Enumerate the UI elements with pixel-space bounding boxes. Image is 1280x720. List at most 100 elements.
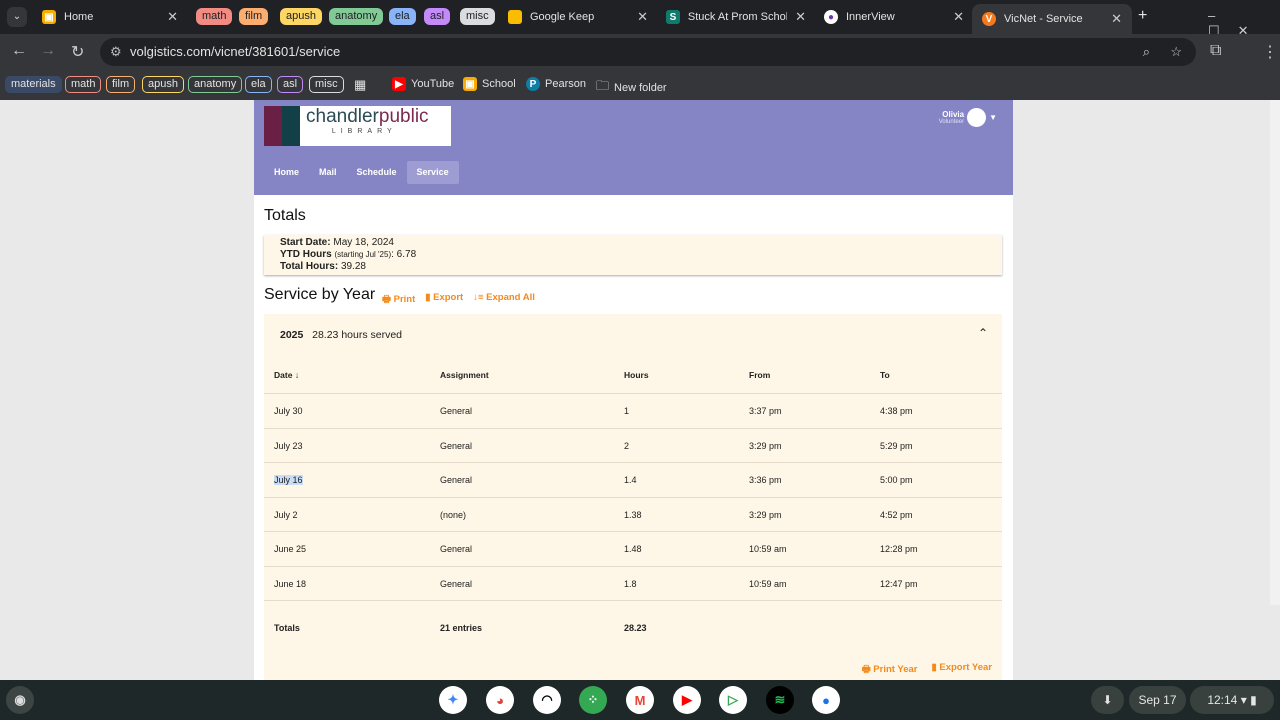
- totals-row-hours: 28.23: [624, 623, 647, 633]
- nav-home[interactable]: Home: [264, 161, 309, 184]
- bookmark-group-film[interactable]: film: [106, 76, 136, 93]
- launcher-icon[interactable]: ◉: [6, 686, 34, 714]
- cell-from: 3:36 pm: [749, 475, 782, 486]
- tab-search-button[interactable]: ⌄: [7, 7, 27, 27]
- tab-group-film[interactable]: film: [239, 8, 269, 25]
- cell-to: 4:38 pm: [880, 406, 913, 416]
- bookmark-group-anatomy[interactable]: anatomy: [188, 76, 243, 93]
- reload-icon[interactable]: ↻: [71, 42, 84, 62]
- col-hours[interactable]: Hours: [624, 370, 649, 380]
- forward-icon[interactable]: →: [40, 42, 56, 60]
- cell-assignment: (none): [440, 509, 467, 520]
- podcast-icon[interactable]: ◠: [533, 686, 561, 714]
- messages-icon[interactable]: ●: [812, 686, 840, 714]
- tab-google-keep[interactable]: Google Keep ✕: [498, 4, 658, 30]
- new-tab-button[interactable]: +: [1138, 7, 1147, 25]
- youtube-app-icon[interactable]: ▶: [673, 686, 701, 714]
- print-link[interactable]: 🖶 Print: [382, 292, 415, 308]
- bookmark-star-icon[interactable]: ☆: [1170, 38, 1182, 66]
- bookmark-group-ela[interactable]: ela: [245, 76, 272, 93]
- nav-service[interactable]: Service: [406, 161, 459, 184]
- bookmark-group-misc[interactable]: misc: [309, 76, 344, 93]
- address-bar[interactable]: ⚙ volgistics.com/vicnet/381601/service ⌕ ☆: [100, 38, 1196, 66]
- close-tab-icon[interactable]: ✕: [167, 9, 178, 25]
- menu-icon[interactable]: ⋮: [1262, 42, 1278, 62]
- export-link[interactable]: ▮ Export: [425, 292, 463, 308]
- cell-hours: 1: [624, 406, 630, 416]
- cell-from: 10:59 am: [749, 544, 787, 555]
- site-header: chandlerpublic LIBRARY Olivia Volunteer ▼ …: [254, 100, 1013, 195]
- bookmark-school[interactable]: ▣ School: [463, 77, 516, 91]
- status-tray[interactable]: 12:14 ▾ ▮: [1190, 686, 1274, 714]
- tab-group-misc[interactable]: misc: [460, 8, 495, 25]
- bookmark-group-asl[interactable]: asl: [277, 76, 304, 93]
- col-date[interactable]: Date ↓: [274, 370, 299, 380]
- col-to[interactable]: To: [880, 370, 890, 380]
- tab-label: InnerView: [846, 11, 895, 23]
- gmail-icon[interactable]: M: [626, 686, 654, 714]
- export-year-link[interactable]: ▮ Export Year: [931, 662, 992, 678]
- scrollbar[interactable]: [1270, 100, 1280, 605]
- cell-assignment: General: [440, 544, 473, 555]
- bookmark-group-materials[interactable]: materials: [5, 76, 62, 93]
- site-info-icon[interactable]: ⚙: [110, 38, 122, 66]
- tab-label: Google Keep: [530, 11, 595, 23]
- expand-all-label: Expand All: [486, 292, 535, 303]
- totals-row-label: Totals: [274, 623, 300, 633]
- close-tab-icon[interactable]: ✕: [795, 9, 806, 25]
- extensions-icon[interactable]: ⧉: [1210, 42, 1221, 60]
- tab-group-anatomy[interactable]: anatomy: [329, 8, 384, 25]
- tab-group-apush[interactable]: apush: [280, 8, 322, 25]
- bookmark-youtube[interactable]: ▶ YouTube: [392, 77, 454, 91]
- avatar-icon: [967, 108, 987, 127]
- totals-row: Totals 21 entries 28.23: [264, 600, 1002, 646]
- chrome-icon[interactable]: ◕: [486, 686, 514, 714]
- user-menu[interactable]: Olivia Volunteer ▼: [939, 108, 997, 127]
- download-icon[interactable]: ⬇: [1091, 686, 1124, 714]
- tab-home[interactable]: ▣ Home ✕: [32, 4, 188, 30]
- vicnet-icon: V: [982, 12, 996, 26]
- bookmarks-bar: materials math film apush anatomy ela as…: [0, 70, 1280, 100]
- print-year-link[interactable]: 🖶 Print Year: [862, 662, 918, 678]
- library-logo[interactable]: chandlerpublic LIBRARY: [264, 106, 451, 146]
- nav-mail[interactable]: Mail: [309, 161, 347, 184]
- tab-group-asl[interactable]: asl: [424, 8, 451, 25]
- bookmark-group-apush[interactable]: apush: [142, 76, 184, 93]
- gemini-icon[interactable]: ✦: [439, 686, 467, 714]
- apps-grid-icon[interactable]: ▦: [354, 77, 366, 93]
- year-panel-header[interactable]: 2025 28.23 hours served: [280, 329, 402, 341]
- folder-icon: 🗀: [596, 78, 610, 93]
- table-row: July 16 General 1.4 3:36 pm 5:00 pm: [264, 462, 1002, 497]
- bookmark-group-math[interactable]: math: [65, 76, 102, 93]
- close-tab-icon[interactable]: ✕: [1111, 11, 1122, 27]
- file-icon: ▮: [425, 292, 431, 303]
- expand-all-link[interactable]: ↓≡ Expand All: [473, 292, 535, 308]
- tab-vicnet-service[interactable]: V VicNet - Service ✕: [972, 4, 1132, 34]
- chevron-up-icon[interactable]: ⌃: [978, 326, 988, 340]
- back-icon[interactable]: ←: [11, 42, 27, 60]
- cell-to: 12:28 pm: [880, 544, 918, 555]
- play-store-icon[interactable]: ▷: [719, 686, 747, 714]
- bookmark-pearson[interactable]: P Pearson: [526, 77, 586, 91]
- sort-arrow-icon: ↓: [294, 370, 300, 380]
- zoom-icon[interactable]: ⌕: [1143, 38, 1150, 66]
- close-tab-icon[interactable]: ✕: [953, 9, 964, 25]
- ytd-value: : 6.78: [391, 249, 417, 260]
- spotify-icon[interactable]: ≋: [766, 686, 794, 714]
- nav-schedule[interactable]: Schedule: [347, 161, 407, 184]
- tab-group-math[interactable]: math: [196, 8, 233, 25]
- tab-label: Home: [64, 11, 94, 23]
- close-tab-icon[interactable]: ✕: [637, 9, 648, 25]
- tab-scholarship[interactable]: S Stuck At Prom Scholar ✕: [656, 4, 816, 30]
- col-assignment[interactable]: Assignment: [440, 370, 489, 380]
- printer-icon: 🖶: [382, 294, 391, 305]
- cell-hours: 1.48: [624, 544, 642, 555]
- keep-icon: [508, 10, 522, 24]
- col-from[interactable]: From: [749, 370, 770, 380]
- user-name: Olivia: [942, 110, 965, 119]
- tab-innerview[interactable]: ● InnerView ✕: [814, 4, 974, 30]
- date-tray[interactable]: Sep 17: [1129, 686, 1186, 714]
- apps-icon[interactable]: ⁘: [579, 686, 607, 714]
- tab-group-ela[interactable]: ela: [389, 8, 416, 25]
- bookmark-new-folder[interactable]: 🗀 New folder: [596, 77, 667, 99]
